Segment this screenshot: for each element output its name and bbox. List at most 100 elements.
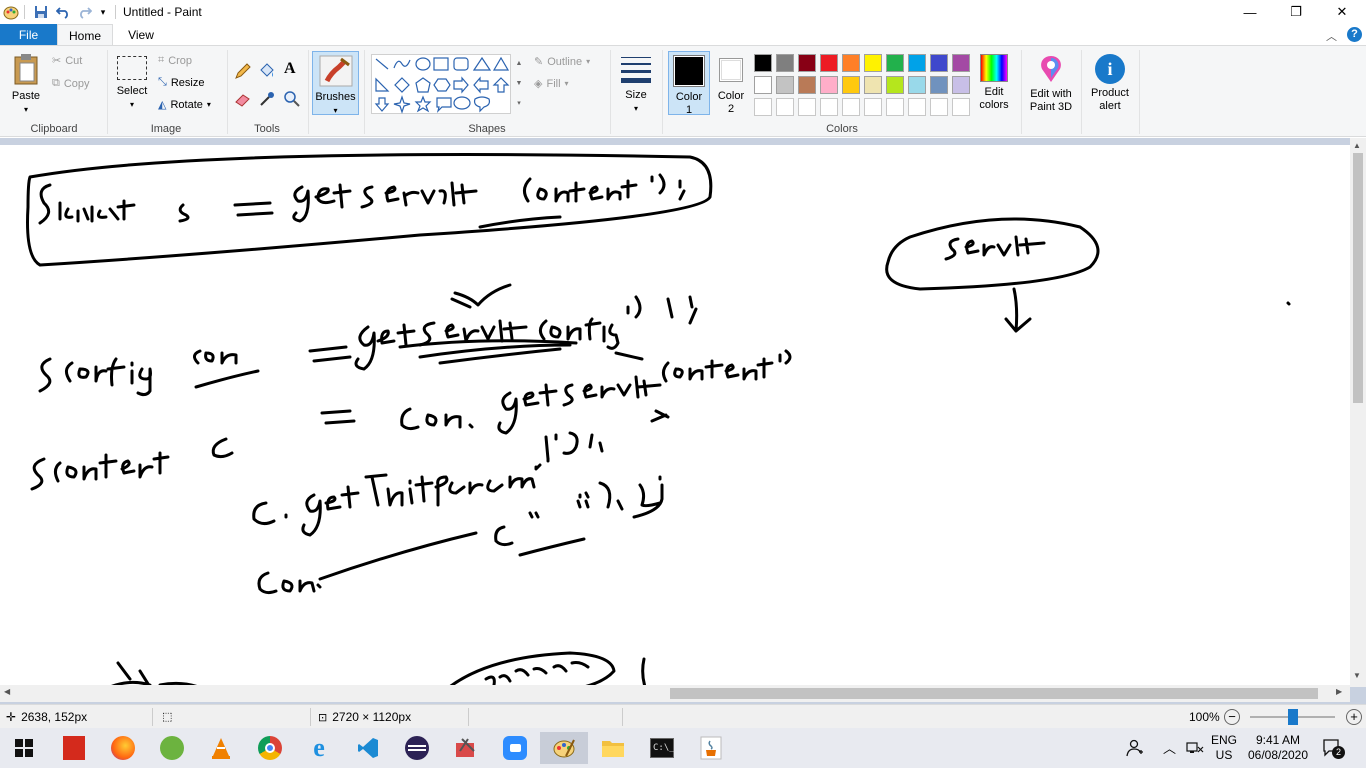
redo-icon[interactable] [76, 3, 94, 21]
copy-button[interactable]: ⧉ Copy [52, 77, 90, 90]
acrobat-taskbar-item[interactable] [50, 732, 98, 764]
magnifier-icon[interactable] [283, 90, 301, 108]
fill-bucket-icon[interactable] [258, 62, 276, 80]
zoom-slider[interactable] [1250, 709, 1335, 725]
text-tool-icon[interactable]: A [284, 60, 296, 78]
custom-color-slot[interactable] [908, 98, 926, 116]
color2-button[interactable]: Color 2 [712, 54, 750, 116]
save-icon[interactable] [32, 3, 50, 21]
palette-color-swatch[interactable] [776, 54, 794, 72]
eraser-icon[interactable] [234, 90, 252, 108]
minimize-button[interactable]: — [1227, 0, 1273, 24]
rotate-button[interactable]: ◭ Rotate ▾ [158, 98, 211, 112]
palette-color-swatch[interactable] [908, 76, 926, 94]
shapes-scroll[interactable]: ▲ ▼ ▾ [514, 54, 524, 114]
palette-color-swatch[interactable] [886, 54, 904, 72]
scroll-right-icon[interactable]: ▶ [1336, 687, 1342, 696]
resize-button[interactable]: ⤡ Resize [158, 76, 204, 89]
vlc-taskbar-item[interactable] [197, 732, 245, 764]
close-button[interactable]: ✕ [1319, 0, 1365, 24]
tab-file[interactable]: File [0, 24, 57, 46]
scroll-up-icon[interactable]: ▲ [1353, 141, 1361, 150]
horizontal-scroll-thumb[interactable] [670, 688, 1318, 699]
fill-button[interactable]: ◈ Fill ▾ [534, 77, 569, 91]
command-prompt-taskbar-item[interactable]: C:\_ [638, 732, 686, 764]
tab-view[interactable]: View [113, 24, 169, 46]
custom-color-slot[interactable] [930, 98, 948, 116]
undo-icon[interactable] [54, 3, 72, 21]
custom-color-slot[interactable] [820, 98, 838, 116]
network-icon[interactable] [1186, 739, 1204, 760]
collapse-ribbon-icon[interactable]: ︿ [1326, 28, 1337, 44]
file-explorer-taskbar-item[interactable] [589, 732, 637, 764]
palette-color-swatch[interactable] [886, 76, 904, 94]
custom-color-slot[interactable] [864, 98, 882, 116]
firefox-taskbar-item[interactable] [99, 732, 147, 764]
snipping-tool-taskbar-item[interactable] [442, 732, 490, 764]
zoom-slider-thumb[interactable] [1287, 709, 1298, 725]
pencil-icon[interactable] [234, 62, 252, 80]
vertical-scroll-thumb[interactable] [1353, 153, 1363, 403]
start-button[interactable] [0, 732, 48, 764]
clock[interactable]: 9:41 AM 06/08/2020 [1246, 733, 1310, 763]
chrome-taskbar-item[interactable] [246, 732, 294, 764]
cut-button[interactable]: ✂ Cut [52, 54, 82, 68]
ie-taskbar-item[interactable]: e [295, 732, 343, 764]
shapes-gallery[interactable] [371, 54, 511, 114]
palette-color-swatch[interactable] [864, 76, 882, 94]
palette-color-swatch[interactable] [930, 76, 948, 94]
palette-color-swatch[interactable] [754, 76, 772, 94]
vertical-scrollbar[interactable]: ▲ ▼ [1350, 138, 1366, 687]
zoom-taskbar-item[interactable] [491, 732, 539, 764]
input-language[interactable]: ENG US [1208, 733, 1240, 763]
edit-with-paint3d-button[interactable]: Edit with Paint 3D [1024, 54, 1078, 114]
custom-color-slot[interactable] [754, 98, 772, 116]
palette-color-swatch[interactable] [864, 54, 882, 72]
palette-color-swatch[interactable] [908, 54, 926, 72]
scroll-down-icon[interactable]: ▼ [1353, 671, 1361, 680]
custom-color-slot[interactable] [952, 98, 970, 116]
color-picker-icon[interactable] [258, 90, 276, 108]
product-alert-button[interactable]: i Product alert [1085, 54, 1135, 113]
show-hidden-icons-icon[interactable]: ︿ [1163, 738, 1176, 757]
palette-color-swatch[interactable] [798, 54, 816, 72]
palette-color-swatch[interactable] [952, 54, 970, 72]
palette-color-swatch[interactable] [842, 76, 860, 94]
brushes-button[interactable]: Brushes ▾ [312, 51, 359, 115]
eclipse-taskbar-item[interactable] [393, 732, 441, 764]
java-taskbar-item[interactable] [687, 732, 735, 764]
zoom-in-button[interactable]: + [1346, 709, 1362, 725]
zoom-out-button[interactable]: − [1224, 709, 1240, 725]
palette-color-swatch[interactable] [798, 76, 816, 94]
paint-taskbar-item[interactable] [540, 732, 588, 764]
drawing-canvas[interactable] [0, 145, 1350, 685]
outline-button[interactable]: ✎ Outline ▾ [534, 55, 590, 69]
palette-color-swatch[interactable] [820, 54, 838, 72]
palette-color-swatch[interactable] [776, 76, 794, 94]
scroll-left-icon[interactable]: ◀ [4, 687, 10, 696]
palette-color-swatch[interactable] [820, 76, 838, 94]
crop-button[interactable]: ⌗ Crop [158, 54, 192, 67]
people-icon[interactable] [1126, 739, 1144, 760]
vscode-taskbar-item[interactable] [344, 732, 392, 764]
paint-app-icon[interactable] [2, 3, 20, 21]
tab-home[interactable]: Home [57, 24, 113, 46]
paste-button[interactable]: Paste ▾ [6, 52, 46, 116]
customize-quick-access-icon[interactable]: ▾ [96, 3, 110, 21]
custom-color-slot[interactable] [776, 98, 794, 116]
custom-color-slot[interactable] [842, 98, 860, 116]
palette-color-swatch[interactable] [842, 54, 860, 72]
palette-color-swatch[interactable] [754, 54, 772, 72]
palette-color-swatch[interactable] [952, 76, 970, 94]
edit-colors-button[interactable]: Edit colors [974, 54, 1014, 112]
color1-button[interactable]: Color 1 [668, 51, 710, 116]
maximize-button[interactable]: ❐ [1273, 0, 1319, 24]
select-button[interactable]: Select ▾ [114, 56, 150, 111]
help-icon[interactable]: ? [1347, 27, 1362, 42]
horizontal-scrollbar[interactable]: ◀ ▶ [0, 685, 1350, 702]
size-button[interactable]: Size ▾ [616, 54, 656, 115]
spring-taskbar-item[interactable] [148, 732, 196, 764]
custom-color-slot[interactable] [886, 98, 904, 116]
custom-color-slot[interactable] [798, 98, 816, 116]
palette-color-swatch[interactable] [930, 54, 948, 72]
